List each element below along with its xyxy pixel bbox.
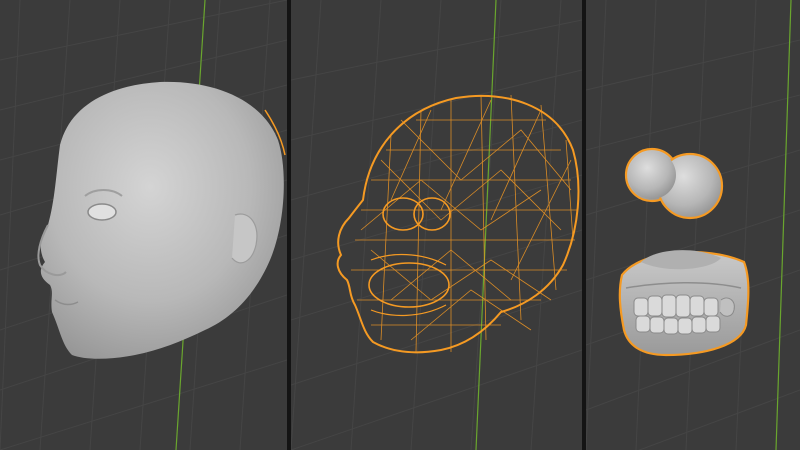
viewport-canvas[interactable] bbox=[291, 0, 582, 450]
head-wireframe[interactable] bbox=[336, 94, 580, 354]
viewport-canvas[interactable] bbox=[586, 0, 800, 450]
wire-eye-left bbox=[382, 197, 424, 231]
eyeballs-object[interactable] bbox=[624, 147, 724, 220]
teeth-gums-object[interactable] bbox=[618, 250, 750, 357]
viewport-strip bbox=[0, 0, 800, 450]
y-axis-line bbox=[775, 0, 792, 450]
head-mesh[interactable] bbox=[37, 81, 286, 359]
viewport-solid-head[interactable] bbox=[0, 0, 287, 450]
viewport-wireframe-head[interactable] bbox=[291, 0, 582, 450]
wire-eye-right bbox=[413, 197, 451, 231]
teeth-row bbox=[633, 294, 721, 335]
viewport-parts[interactable] bbox=[586, 0, 800, 450]
floor-grid bbox=[586, 0, 800, 450]
viewport-canvas[interactable] bbox=[0, 0, 287, 450]
